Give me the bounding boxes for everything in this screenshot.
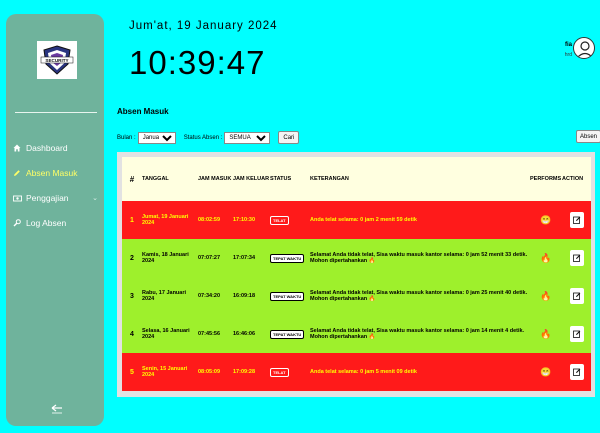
row-keterangan: Anda telat selama: 0 jam 2 menit 59 deti… [310,217,417,223]
user-icon [576,41,594,58]
money-icon [12,193,22,203]
edit-icon [572,330,580,338]
row-keterangan: Selamat Anda tidak telat, Sisa waktu mas… [310,328,525,340]
collapse-sidebar-button[interactable] [51,402,65,414]
col-header-keterangan: KETERANGAN [310,176,349,182]
edit-icon [572,368,580,376]
col-header-tanggal: TANGGAL [142,176,169,182]
sidebar: SECURITY Dashboard Absen Masuk Penggajia… [6,14,104,426]
wrench-icon [12,218,22,228]
sidebar-item-log-absen[interactable]: Log Absen [12,215,100,231]
arrow-left-icon [51,404,62,414]
row-number: 5 [130,368,134,376]
status-badge: TEPAT WAKTU [270,291,305,301]
logo-text: SECURITY [45,58,68,63]
row-jam-keluar: 17:07:34 [233,255,256,261]
row-jam-masuk: 08:05:09 [198,369,221,375]
pencil-icon [12,168,22,178]
row-jam-keluar: 16:09:18 [233,293,256,299]
row-number: 1 [130,216,134,224]
sidebar-item-label: Dashboard [26,143,68,153]
current-time: 10:39:47 [129,44,266,81]
row-keterangan: Selamat Anda tidak telat, Sisa waktu mas… [310,252,528,264]
row-tanggal: Senin, 15 Januari 2024 [142,366,188,378]
performance-icon: 🔥 [540,328,552,339]
row-tanggal: Rabu, 17 Januari 2024 [142,290,187,302]
performance-icon: 😁 [540,214,552,225]
edit-button[interactable] [569,250,584,266]
row-keterangan: Selamat Anda tidak telat, Sisa waktu mas… [310,290,528,302]
edit-icon [572,254,580,262]
row-number: 4 [130,330,134,338]
sidebar-item-label: Penggajian [26,193,69,203]
row-tanggal: Selasa, 16 Januari 2024 [142,328,190,340]
col-header-status: STATUS [270,176,292,182]
edit-button[interactable] [569,326,584,342]
row-jam-keluar: 16:46:06 [233,331,256,337]
table-header-row: # TANGGAL JAM MASUK JAM KELUAR STATUS KE… [122,157,591,201]
sidebar-item-label: Log Absen [26,218,67,228]
col-header-no: # [129,174,135,184]
status-absen-label: Status Absen : [183,134,223,141]
edit-button[interactable] [569,212,584,228]
row-jam-masuk: 07:34:20 [198,293,221,299]
filter-bar: Bulan : Januari Status Absen : SEMUA Car… [117,131,300,144]
col-header-action: ACTION [562,176,584,182]
status-badge: TELAT [270,367,289,377]
edit-icon [572,216,580,224]
row-keterangan: Anda telat selama: 0 jam 5 menit 09 deti… [310,369,417,375]
table-row: 5 Senin, 15 Januari 2024 08:05:09 17:09:28 T… [122,353,591,391]
performance-icon: 🔥 [540,252,552,263]
sidebar-item-dashboard[interactable]: Dashboard [12,140,100,156]
table-row: 4 Selasa, 16 Januari 2024 07:45:56 16:46:06… [122,315,591,353]
attendance-table-container: # TANGGAL JAM MASUK JAM KELUAR STATUS KE… [117,152,595,397]
chevron-down-icon[interactable]: ⌄ [92,194,98,202]
status-badge: TEPAT WAKTU [270,329,305,339]
table-row: 1 Jumat, 19 Januari 2024 08:02:59 17:10:30 T… [122,201,591,239]
row-jam-masuk: 07:45:56 [198,331,221,337]
home-icon [12,143,22,153]
col-header-jam-masuk: JAM MASUK [198,176,232,182]
row-tanggal: Kamis, 18 Januari 2024 [142,252,189,264]
row-jam-masuk: 08:02:59 [198,217,221,223]
table-row: 2 Kamis, 18 Januari 2024 07:07:27 17:07:34 T… [122,239,591,277]
col-header-performs: PERFORMS [530,176,562,182]
sidebar-nav: Dashboard Absen Masuk Penggajian ⌄ Log A… [12,140,100,240]
cari-button[interactable]: Cari [278,131,300,144]
sidebar-item-label: Absen Masuk [26,168,78,178]
status-badge: TELAT [270,215,289,225]
row-jam-masuk: 07:07:27 [198,255,221,261]
user-role: hrd [564,52,572,58]
user-name: fia [564,42,572,48]
status-badge: TEPAT WAKTU [270,253,305,263]
edit-button[interactable] [569,288,584,304]
edit-icon [572,292,580,300]
col-header-jam-keluar: JAM KELUAR [233,176,270,182]
sidebar-item-absen-masuk[interactable]: Absen Masuk [12,165,100,181]
row-jam-keluar: 17:10:30 [233,217,256,223]
sidebar-item-penggajian[interactable]: Penggajian ⌄ [12,190,100,206]
bulan-label: Bulan : [117,134,136,141]
attendance-table: # TANGGAL JAM MASUK JAM KELUAR STATUS KE… [122,157,591,391]
row-number: 2 [130,254,134,262]
performance-icon: 😁 [540,366,552,377]
status-absen-select[interactable]: SEMUA [224,131,271,144]
row-tanggal: Jumat, 19 Januari 2024 [142,214,189,226]
row-jam-keluar: 17:09:28 [233,369,256,375]
table-row: 3 Rabu, 17 Januari 2024 07:34:20 16:09:18 TE… [122,277,591,315]
absen-button[interactable]: Absen [576,130,600,143]
page-title: Absen Masuk [117,107,169,116]
current-date: Jum'at, 19 January 2024 [129,20,278,32]
security-logo[interactable]: SECURITY [37,41,77,79]
bulan-select[interactable]: Januari [137,131,176,144]
row-number: 3 [130,292,134,300]
avatar[interactable] [573,37,595,59]
edit-button[interactable] [569,364,584,380]
performance-icon: 🔥 [540,290,552,301]
sidebar-divider [15,112,97,113]
